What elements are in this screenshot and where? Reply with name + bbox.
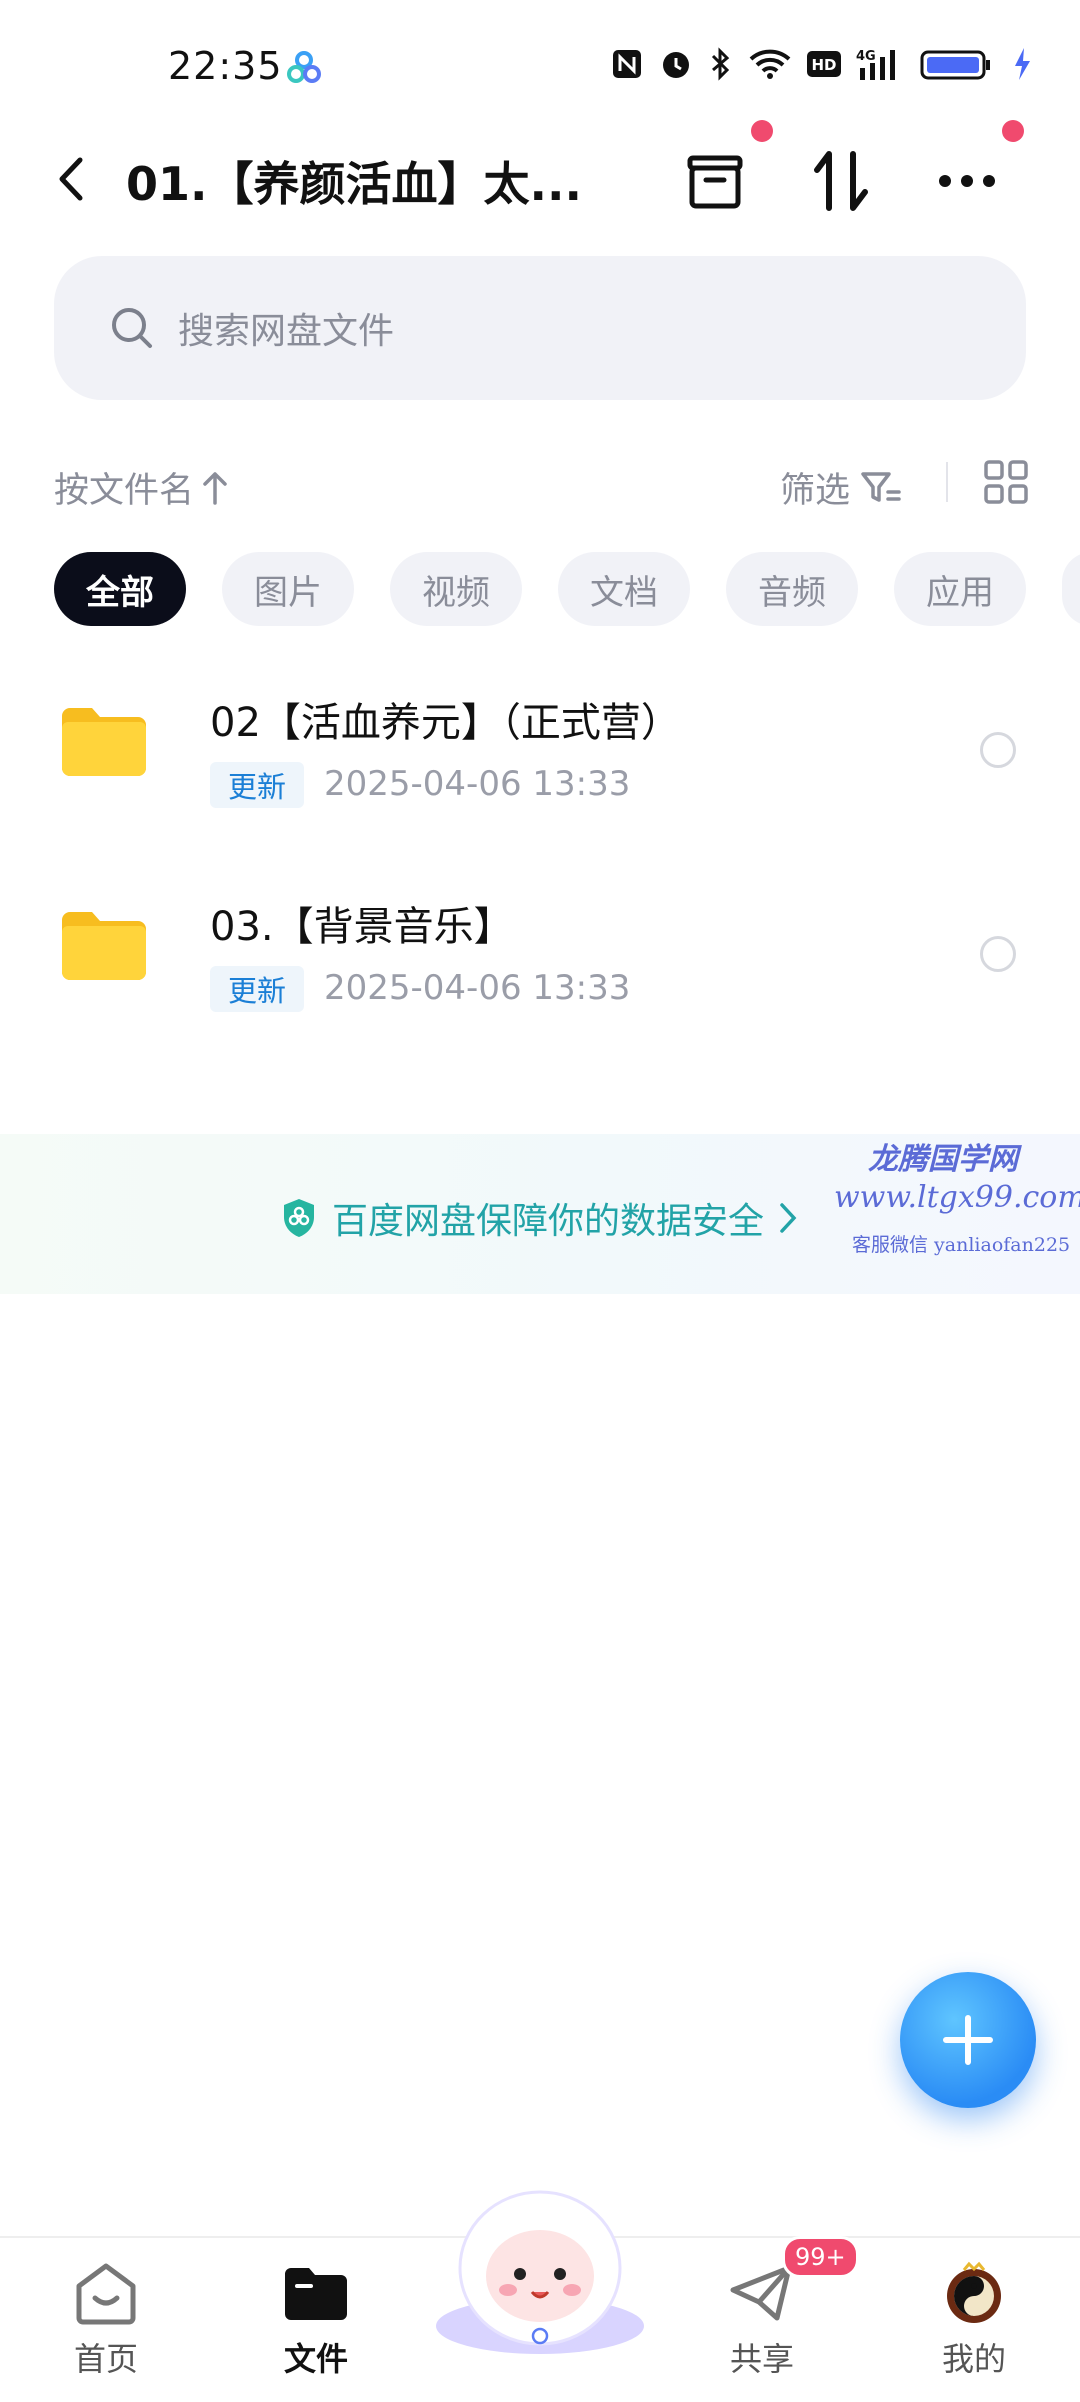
folder-icon (62, 708, 146, 776)
nfc-icon (613, 50, 641, 78)
security-banner-link[interactable]: 百度网盘保障你的数据安全 (280, 1192, 798, 1244)
file-date: 2025-04-06 13:33 (324, 968, 631, 1008)
sort-by-name[interactable]: 按文件名 (54, 462, 228, 513)
chip-more-partial[interactable] (1062, 552, 1080, 626)
chevron-left-icon (59, 157, 83, 201)
mascot-icon (436, 2190, 644, 2354)
hd-icon: HD (807, 51, 841, 77)
status-icons: HD 4G (610, 46, 1032, 82)
svg-text:HD: HD (811, 56, 836, 74)
chip-apps[interactable]: 应用 (894, 552, 1026, 626)
grid-view-button[interactable] (982, 458, 1030, 506)
watermark-contact: 客服微信 yanliaofan225 (852, 1234, 1071, 1256)
search-icon (112, 308, 152, 348)
chevron-right-icon (780, 1203, 797, 1233)
plus-icon (943, 2015, 993, 2065)
signal-4g-icon: 4G (856, 49, 895, 80)
wifi-icon (749, 49, 791, 79)
add-button[interactable] (900, 1972, 1036, 2108)
grid-view-icon (984, 460, 1028, 504)
nav-share[interactable]: 共享 (692, 2260, 832, 2380)
battery-icon (920, 50, 990, 80)
sort-toggle-button[interactable] (806, 146, 876, 216)
search-bar[interactable]: 搜索网盘文件 (54, 256, 1026, 400)
sort-arrows-icon (814, 151, 868, 211)
chip-images[interactable]: 图片 (222, 552, 354, 626)
svg-text:4G: 4G (856, 49, 876, 64)
arrow-up-icon (203, 471, 227, 505)
nav-files-label: 文件 (283, 2340, 348, 2378)
folder-title: 01.【养颜活血】太... (126, 157, 582, 211)
shield-icon (284, 1199, 314, 1237)
file-name: 03.【背景音乐】 (210, 904, 514, 950)
chip-apps-label: 应用 (926, 572, 994, 613)
list-item[interactable]: 02【活血养元】（正式营） 更新 2025-04-06 13:33 (0, 660, 1080, 860)
security-banner-text: 百度网盘保障你的数据安全 (332, 1201, 765, 1242)
watermark-site-name: 龙腾国学网 (868, 1142, 1018, 1177)
list-item[interactable]: 03.【背景音乐】 更新 2025-04-06 13:33 (0, 864, 1080, 1064)
file-date: 2025-04-06 13:33 (324, 764, 631, 804)
chip-audio[interactable]: 音频 (726, 552, 858, 626)
nav-files[interactable]: 文件 (246, 2260, 386, 2380)
file-name: 02【活血养元】（正式营） (210, 700, 681, 746)
alarm-icon (663, 52, 689, 78)
baidu-cloud-notification-icon (286, 50, 322, 86)
search-placeholder: 搜索网盘文件 (178, 311, 395, 352)
toolbar-divider (946, 462, 948, 502)
chip-videos[interactable]: 视频 (390, 552, 522, 626)
archive-button[interactable] (680, 146, 750, 216)
select-checkbox[interactable] (980, 732, 1016, 768)
nav-me[interactable]: 我的 (904, 2260, 1044, 2380)
home-icon (76, 2263, 136, 2325)
folder-filled-icon (285, 2268, 347, 2320)
nav-share-label: 共享 (729, 2340, 794, 2378)
filter-button[interactable]: 筛选 (780, 462, 902, 513)
status-time: 22:35 (168, 44, 283, 88)
more-dots-icon (939, 175, 995, 187)
share-count-badge: 99+ (782, 2236, 859, 2278)
chip-all[interactable]: 全部 (54, 552, 186, 626)
back-button[interactable] (50, 152, 90, 206)
nav-home-label: 首页 (73, 2340, 138, 2378)
chip-documents[interactable]: 文档 (558, 552, 690, 626)
archive-icon (687, 155, 743, 209)
update-badge: 更新 (210, 762, 305, 808)
filter-label: 筛选 (780, 471, 851, 511)
update-badge: 更新 (210, 966, 305, 1012)
charging-icon (1015, 48, 1030, 80)
archive-notification-dot (751, 120, 773, 142)
watermark-url: www.ltgx99.com (834, 1180, 1080, 1215)
more-button[interactable] (932, 146, 1002, 216)
mascot-assistant-button[interactable] (432, 2176, 648, 2356)
folder-icon (62, 912, 146, 980)
bluetooth-icon (711, 47, 730, 81)
sort-label: 按文件名 (54, 471, 195, 511)
avatar (947, 2261, 1001, 2323)
nav-me-label: 我的 (941, 2340, 1006, 2378)
filter-icon (861, 471, 901, 502)
select-checkbox[interactable] (980, 936, 1016, 972)
nav-home[interactable]: 首页 (36, 2260, 176, 2380)
more-notification-dot (1002, 120, 1024, 142)
